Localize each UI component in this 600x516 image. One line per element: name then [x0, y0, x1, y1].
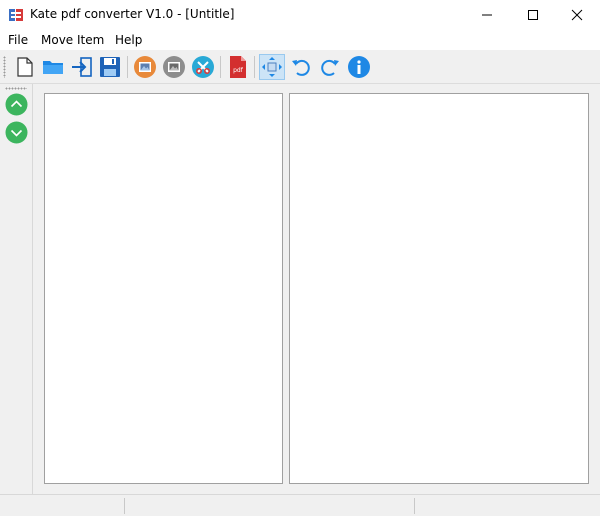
rotate-right-button[interactable]: [317, 54, 343, 80]
open-folder-icon: [43, 61, 63, 74]
minimize-icon: [482, 14, 492, 16]
new-file-icon: [17, 57, 33, 77]
workspace: [34, 84, 600, 494]
maximize-button[interactable]: [510, 0, 556, 30]
pdf-icon: pdf: [230, 56, 246, 78]
open-button[interactable]: [40, 54, 66, 80]
pdf-icon-label: pdf: [233, 67, 244, 74]
import-icon: [72, 57, 92, 77]
pdf-button[interactable]: pdf: [225, 54, 251, 80]
minimize-button[interactable]: [464, 0, 510, 30]
app-window: Kate pdf converter V1.0 - [Untitle] File…: [0, 0, 600, 516]
new-button[interactable]: [12, 54, 38, 80]
title-bar: Kate pdf converter V1.0 - [Untitle]: [0, 0, 600, 30]
close-button[interactable]: [554, 0, 600, 30]
toolbar-separator: [127, 56, 128, 78]
save-button[interactable]: [97, 54, 123, 80]
item-list-panel[interactable]: [44, 93, 283, 484]
toolbar-separator: [220, 56, 221, 78]
image-orange-icon: [134, 56, 156, 78]
tools-button[interactable]: [190, 54, 216, 80]
fit-arrows-icon: [262, 57, 282, 77]
status-bar: [0, 494, 600, 516]
import-button[interactable]: [69, 54, 95, 80]
move-down-icon[interactable]: [5, 121, 28, 144]
app-logo-icon: [9, 9, 23, 21]
menu-file[interactable]: File: [8, 33, 28, 47]
info-icon: [348, 56, 370, 78]
status-separator: [124, 498, 125, 514]
rotate-left-icon: [292, 59, 310, 76]
save-icon: [100, 57, 120, 77]
image-orange-button[interactable]: [132, 54, 158, 80]
rotate-right-icon: [321, 59, 339, 76]
image-gray-icon: [163, 56, 185, 78]
status-separator: [414, 498, 415, 514]
maximize-icon: [528, 10, 538, 20]
toolbar-separator: [254, 56, 255, 78]
rotate-left-button[interactable]: [288, 54, 314, 80]
preview-panel[interactable]: [289, 93, 589, 484]
info-button[interactable]: [346, 54, 372, 80]
side-toolbar: [0, 84, 33, 494]
tools-icon: [192, 56, 214, 78]
main-toolbar: pdf: [0, 50, 600, 84]
toolbar-grip[interactable]: [3, 56, 6, 78]
menu-bar: File Move Item Help: [0, 30, 600, 50]
menu-move-item[interactable]: Move Item: [41, 33, 104, 47]
fit-button[interactable]: [259, 54, 285, 80]
menu-help[interactable]: Help: [115, 33, 142, 47]
window-title: Kate pdf converter V1.0 - [Untitle]: [30, 7, 235, 21]
close-icon: [571, 9, 583, 21]
side-toolbar-grip[interactable]: [5, 87, 27, 90]
image-gray-button[interactable]: [161, 54, 187, 80]
move-up-icon[interactable]: [5, 93, 28, 116]
